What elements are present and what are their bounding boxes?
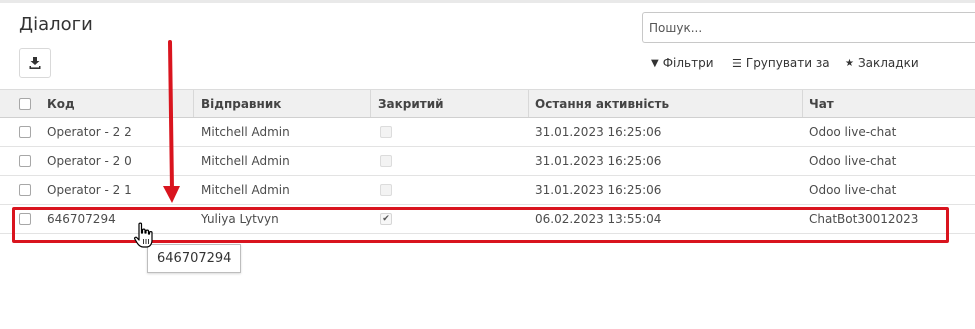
- column-divider[interactable]: [193, 90, 194, 117]
- group-by-button[interactable]: ☰ Групувати за: [732, 56, 830, 70]
- column-divider[interactable]: [370, 90, 371, 117]
- cell-chat: Odoo live-chat: [809, 183, 897, 197]
- filters-button[interactable]: ▼ Фільтри: [651, 56, 714, 70]
- column-divider[interactable]: [802, 90, 803, 117]
- column-header-chat[interactable]: Чат: [809, 90, 834, 117]
- row-checkbox[interactable]: [19, 213, 31, 225]
- tooltip: 646707294: [147, 244, 241, 273]
- page-title: Діалоги: [19, 14, 93, 35]
- cell-chat: ChatBot30012023: [809, 212, 919, 226]
- cell-last-activity: 31.01.2023 16:25:06: [535, 125, 662, 139]
- closed-checkbox: ✔: [380, 213, 392, 225]
- column-header-sender[interactable]: Відправник: [201, 90, 281, 117]
- cell-sender: Mitchell Admin: [201, 154, 290, 168]
- cell-chat: Odoo live-chat: [809, 154, 897, 168]
- closed-checkbox: [380, 155, 392, 167]
- cell-sender: Mitchell Admin: [201, 183, 290, 197]
- star-icon: ★: [845, 57, 854, 69]
- table-row[interactable]: Operator - 2 0 Mitchell Admin 31.01.2023…: [0, 147, 975, 176]
- cell-sender: Yuliya Lytvyn: [201, 212, 279, 226]
- cell-chat: Odoo live-chat: [809, 125, 897, 139]
- cell-last-activity: 31.01.2023 16:25:06: [535, 154, 662, 168]
- download-icon: [29, 57, 41, 69]
- filter-icon: ▼: [651, 57, 659, 69]
- cell-last-activity: 06.02.2023 13:55:04: [535, 212, 662, 226]
- cell-code: 646707294: [47, 212, 116, 226]
- top-border: [0, 0, 975, 3]
- search-input[interactable]: [642, 12, 975, 43]
- list-icon: ☰: [732, 56, 742, 70]
- cell-code: Operator - 2 1: [47, 183, 132, 197]
- column-header-code[interactable]: Код: [47, 90, 75, 117]
- closed-checkbox: [380, 184, 392, 196]
- cell-sender: Mitchell Admin: [201, 125, 290, 139]
- annotation-arrow-icon: [163, 40, 180, 203]
- favorites-button[interactable]: ★ Закладки: [845, 56, 919, 70]
- table-header: Код Відправник Закритий Остання активніс…: [0, 89, 975, 118]
- table-row[interactable]: Operator - 2 2 Mitchell Admin 31.01.2023…: [0, 118, 975, 147]
- download-button[interactable]: [19, 48, 51, 78]
- column-divider[interactable]: [528, 90, 529, 117]
- select-all-checkbox[interactable]: [19, 97, 31, 110]
- row-checkbox[interactable]: [19, 126, 31, 138]
- column-header-last-activity[interactable]: Остання активність: [535, 90, 669, 117]
- column-header-closed[interactable]: Закритий: [378, 90, 444, 117]
- closed-checkbox: [380, 126, 392, 138]
- hand-pointer-icon: [134, 222, 153, 248]
- row-checkbox[interactable]: [19, 184, 31, 196]
- cell-last-activity: 31.01.2023 16:25:06: [535, 183, 662, 197]
- cell-code: Operator - 2 2: [47, 125, 132, 139]
- dialogs-table: Код Відправник Закритий Остання активніс…: [0, 89, 975, 234]
- cell-code: Operator - 2 0: [47, 154, 132, 168]
- row-checkbox[interactable]: [19, 155, 31, 167]
- table-row[interactable]: Operator - 2 1 Mitchell Admin 31.01.2023…: [0, 176, 975, 205]
